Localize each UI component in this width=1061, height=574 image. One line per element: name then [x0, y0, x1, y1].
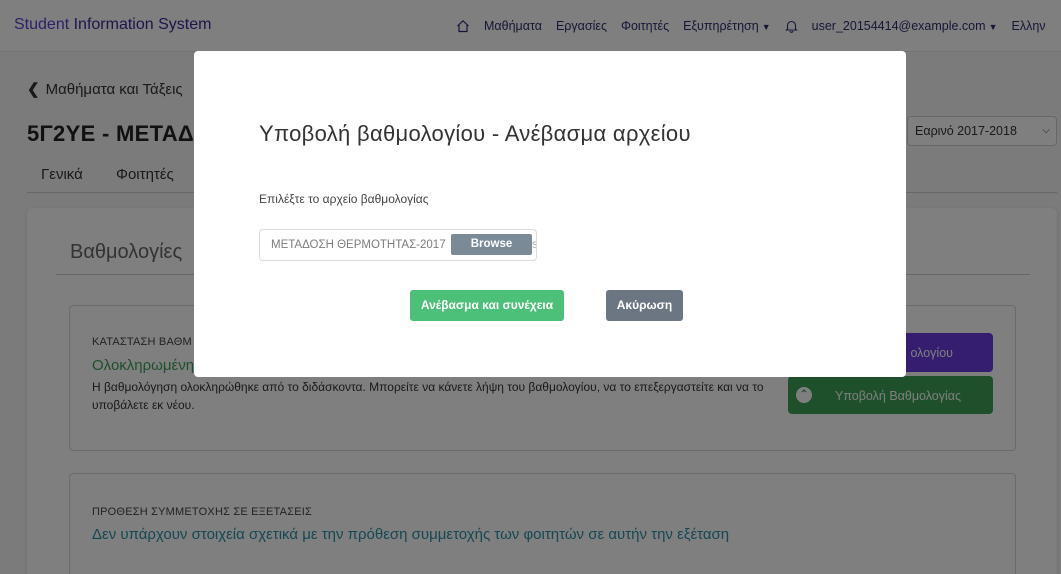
browse-button[interactable]: Browse [451, 234, 532, 255]
file-input[interactable]: ΜΕΤΑΔΟΣΗ ΘΕΡΜΟΤΗΤΑΣ-2017 Browse s [259, 229, 537, 261]
file-field-label: Επιλέξτε το αρχείο βαθμολογίας [259, 192, 429, 206]
upload-continue-button[interactable]: Ανέβασμα και συνέχεια [410, 290, 564, 321]
file-name-tail: s [532, 239, 536, 251]
file-name: ΜΕΤΑΔΟΣΗ ΘΕΡΜΟΤΗΤΑΣ-2017 [271, 239, 446, 251]
modal-title: Υποβολή βαθμολογίου - Ανέβασμα αρχείου [259, 121, 691, 146]
upload-modal: Υποβολή βαθμολογίου - Ανέβασμα αρχείου Ε… [194, 51, 906, 377]
cancel-button[interactable]: Ακύρωση [606, 290, 683, 321]
